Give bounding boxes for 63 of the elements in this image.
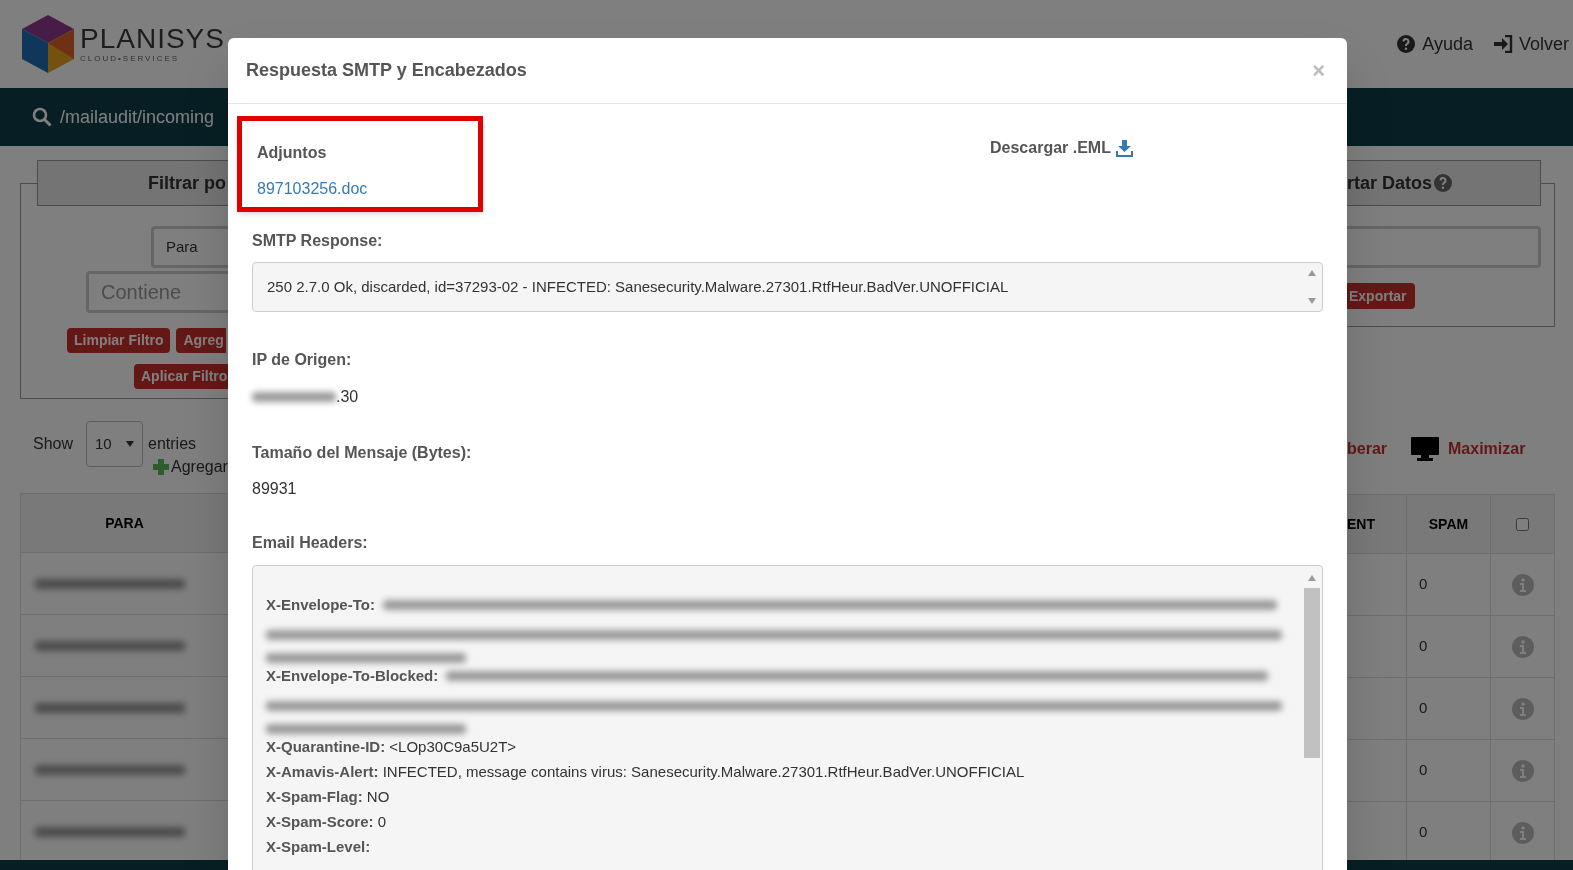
sign-in-icon [1492, 35, 1513, 53]
info-icon [1511, 759, 1534, 782]
section-label: SMTP Response: [252, 231, 384, 251]
table-cell-text: 0 [1419, 760, 1428, 781]
download-link[interactable]: Descargar .EML [990, 136, 1133, 160]
help-icon [1433, 173, 1454, 193]
scroll-arrows-icon [1308, 270, 1316, 304]
logo-tagline: CLOUD•SERVICES [80, 55, 181, 63]
entries-label: entries [148, 434, 197, 454]
info-icon [1511, 573, 1534, 596]
add-link[interactable]: Agregar [153, 455, 228, 479]
header-name: X-Envelope-To-Blocked: [266, 666, 439, 686]
select-all-checkbox[interactable] [1516, 517, 1529, 531]
section-label: IP de Origen: [252, 350, 353, 370]
apply-filter-button[interactable]: Aplicar Filtro [134, 364, 228, 389]
info-icon [1511, 821, 1534, 844]
show-label: Show [33, 434, 74, 454]
table-cell-text: 0 [1419, 636, 1428, 657]
monitor-icon [1411, 437, 1440, 461]
section-label: Tamaño del Mensaje (Bytes): [252, 443, 473, 463]
field-select[interactable]: Para [151, 226, 228, 268]
help-icon [1396, 34, 1417, 54]
logo-wordmark: PLANISYS [80, 25, 225, 53]
cube-logo-icon [20, 13, 76, 75]
filter-button[interactable]: Agreg [176, 328, 226, 353]
header-line: X-Amavis-Alert: INFECTED, message contains virus: Sanesecurity.Malware.27301.RtfHeur.BadVer.UNOFFICIAL [266, 762, 1026, 782]
scroll-up-icon [1308, 575, 1316, 581]
panel-title: rtar Datos [1347, 171, 1433, 195]
maximize-link[interactable]: Maximizar [1411, 437, 1526, 461]
section-label: Email Headers: [252, 533, 369, 553]
release-link[interactable]: berar [1347, 437, 1388, 461]
header-name: X-Envelope-To: [266, 595, 375, 615]
header-line: X-Spam-Level: [266, 837, 372, 857]
table-cell-text: 0 [1419, 822, 1428, 843]
scrollbar-thumb[interactable] [1304, 588, 1320, 758]
header-line: X-Spam-Score: 0 [266, 812, 388, 832]
table-cell-text: 0 [1419, 574, 1428, 595]
smtp-response-field: 250 2.7.0 Ok, discarded, id=37293-02 - INFECTED: Sanesecurity.Malware.27301.RtfHeur.BadVer.UNOFFICIAL [252, 262, 1323, 312]
table-cell-text: 0 [1419, 698, 1428, 719]
nav-link[interactable]: Ayuda [1396, 30, 1473, 58]
nav-link[interactable]: Volver [1492, 30, 1569, 58]
header-line: X-Spam-Flag: NO [266, 787, 391, 807]
plus-icon [153, 459, 169, 475]
column-header: ENT [1347, 514, 1376, 534]
size-value: 89931 [252, 479, 298, 499]
export-field[interactable] [1347, 226, 1541, 268]
ip-value: .30 [336, 387, 359, 407]
download-icon [1115, 139, 1133, 157]
page-size-select[interactable]: 10 [86, 421, 144, 467]
path-text: /mailaudit/incoming [60, 105, 215, 129]
search-icon [32, 107, 52, 127]
column-header: SPAM [1406, 495, 1490, 553]
info-icon [1511, 697, 1534, 720]
header-line: X-Quarantine-ID: <LOp30C9a5U2T> [266, 737, 518, 757]
info-icon [1511, 635, 1534, 658]
export-button[interactable]: Exportar [1347, 283, 1415, 309]
filter-button[interactable]: Limpiar Filtro [67, 328, 171, 353]
section-label: Adjuntos [257, 143, 328, 163]
modal-title: Respuesta SMTP y Encabezados [246, 59, 527, 82]
panel-title: Filtrar po [148, 171, 226, 195]
caret-icon [126, 441, 135, 447]
column-header: PARA [21, 494, 228, 552]
attachment-link[interactable]: 897103256.doc [257, 177, 478, 201]
